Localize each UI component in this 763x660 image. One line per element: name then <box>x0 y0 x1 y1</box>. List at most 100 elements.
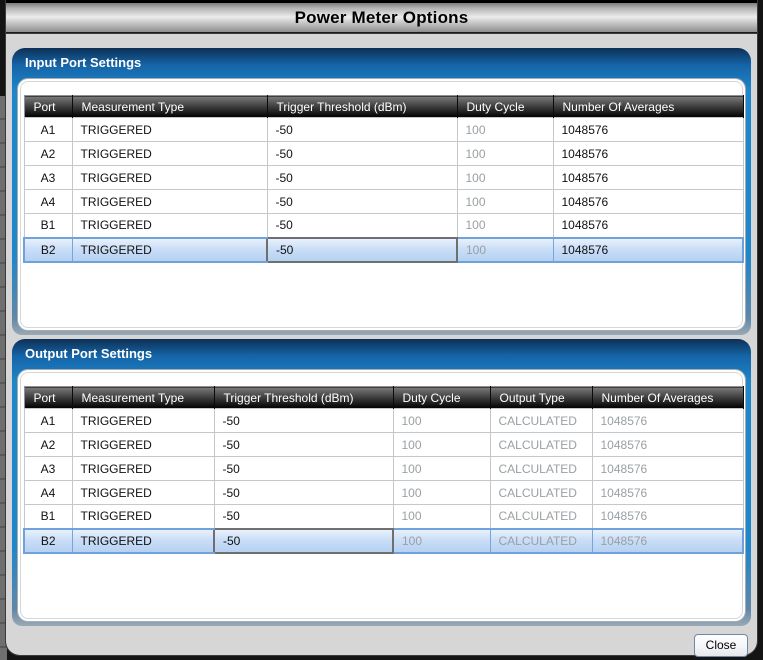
table-row-a2[interactable]: A2TRIGGERED-50100CALCULATED1048576 <box>24 433 743 457</box>
cell-a4-duty_cycle[interactable]: 100 <box>457 190 553 214</box>
input-port-settings-panel: PortMeasurement TypeTrigger Threshold (d… <box>17 78 746 331</box>
cell-b2-output_type[interactable]: CALCULATED <box>490 529 592 553</box>
cell-b2-trigger_threshold[interactable]: -50 <box>214 529 393 553</box>
cell-a3-measurement_type[interactable]: TRIGGERED <box>72 166 267 190</box>
cell-a2-port[interactable]: A2 <box>24 433 72 457</box>
cell-b2-averages[interactable]: 1048576 <box>592 529 743 553</box>
table-row-a3[interactable]: A3TRIGGERED-501001048576 <box>24 166 743 190</box>
cell-a4-trigger_threshold[interactable]: -50 <box>267 190 457 214</box>
cell-b2-measurement_type[interactable]: TRIGGERED <box>72 238 267 262</box>
cell-a4-measurement_type[interactable]: TRIGGERED <box>72 481 214 505</box>
dialog-body: Input Port Settings PortMeasurement Type… <box>6 34 757 655</box>
cell-a2-output_type[interactable]: CALCULATED <box>490 433 592 457</box>
cell-b1-port[interactable]: B1 <box>24 214 72 238</box>
input-port-settings-group: Input Port Settings PortMeasurement Type… <box>12 48 751 335</box>
column-header-measurement_type: Measurement Type <box>72 96 267 118</box>
cell-b1-output_type[interactable]: CALCULATED <box>490 505 592 529</box>
cell-a3-port[interactable]: A3 <box>24 166 72 190</box>
table-row-b2[interactable]: B2TRIGGERED-501001048576 <box>24 238 743 262</box>
cell-a1-measurement_type[interactable]: TRIGGERED <box>72 409 214 433</box>
cell-b2-duty_cycle[interactable]: 100 <box>393 529 490 553</box>
column-header-output_type: Output Type <box>490 387 592 409</box>
cell-b1-port[interactable]: B1 <box>24 505 72 529</box>
table-row-b1[interactable]: B1TRIGGERED-501001048576 <box>24 214 743 238</box>
output-port-settings-group: Output Port Settings PortMeasurement Typ… <box>12 339 751 626</box>
column-header-averages: Number Of Averages <box>592 387 743 409</box>
column-header-averages: Number Of Averages <box>553 96 743 118</box>
cell-b1-averages[interactable]: 1048576 <box>592 505 743 529</box>
table-row-a4[interactable]: A4TRIGGERED-50100CALCULATED1048576 <box>24 481 743 505</box>
cell-b2-measurement_type[interactable]: TRIGGERED <box>72 529 214 553</box>
table-row-a4[interactable]: A4TRIGGERED-501001048576 <box>24 190 743 214</box>
cell-a1-port[interactable]: A1 <box>24 118 72 142</box>
cell-a4-measurement_type[interactable]: TRIGGERED <box>72 190 267 214</box>
cell-a3-output_type[interactable]: CALCULATED <box>490 457 592 481</box>
cell-a1-averages[interactable]: 1048576 <box>592 409 743 433</box>
screen-background: Power Meter Options Input Port Settings … <box>0 0 763 660</box>
cell-a1-port[interactable]: A1 <box>24 409 72 433</box>
table-row-a1[interactable]: A1TRIGGERED-501001048576 <box>24 118 743 142</box>
table-row-a2[interactable]: A2TRIGGERED-501001048576 <box>24 142 743 166</box>
cell-a3-trigger_threshold[interactable]: -50 <box>214 457 393 481</box>
table-row-b1[interactable]: B1TRIGGERED-50100CALCULATED1048576 <box>24 505 743 529</box>
cell-a4-averages[interactable]: 1048576 <box>553 190 743 214</box>
cell-a3-averages[interactable]: 1048576 <box>592 457 743 481</box>
cell-a3-port[interactable]: A3 <box>24 457 72 481</box>
cell-b2-port[interactable]: B2 <box>24 529 72 553</box>
table-row-b2[interactable]: B2TRIGGERED-50100CALCULATED1048576 <box>24 529 743 553</box>
cell-a2-measurement_type[interactable]: TRIGGERED <box>72 142 267 166</box>
cell-a2-duty_cycle[interactable]: 100 <box>393 433 490 457</box>
cell-a1-output_type[interactable]: CALCULATED <box>490 409 592 433</box>
cell-b1-trigger_threshold[interactable]: -50 <box>267 214 457 238</box>
cell-b2-duty_cycle[interactable]: 100 <box>457 238 553 262</box>
close-button[interactable]: Close <box>694 634 748 657</box>
cell-a2-trigger_threshold[interactable]: -50 <box>267 142 457 166</box>
input-port-settings-title: Input Port Settings <box>12 48 751 78</box>
cell-b2-port[interactable]: B2 <box>24 238 72 262</box>
cell-b2-averages[interactable]: 1048576 <box>553 238 743 262</box>
dialog-footer: Close <box>12 630 751 660</box>
cell-a4-port[interactable]: A4 <box>24 481 72 505</box>
cell-a2-trigger_threshold[interactable]: -50 <box>214 433 393 457</box>
cell-b1-trigger_threshold[interactable]: -50 <box>214 505 393 529</box>
cell-a2-averages[interactable]: 1048576 <box>553 142 743 166</box>
cell-a1-duty_cycle[interactable]: 100 <box>393 409 490 433</box>
cell-a2-port[interactable]: A2 <box>24 142 72 166</box>
cell-a3-duty_cycle[interactable]: 100 <box>457 166 553 190</box>
cell-a3-duty_cycle[interactable]: 100 <box>393 457 490 481</box>
cell-b2-trigger_threshold[interactable]: -50 <box>267 238 457 262</box>
column-header-duty_cycle: Duty Cycle <box>393 387 490 409</box>
cell-b1-averages[interactable]: 1048576 <box>553 214 743 238</box>
cell-a1-duty_cycle[interactable]: 100 <box>457 118 553 142</box>
cell-a1-measurement_type[interactable]: TRIGGERED <box>72 118 267 142</box>
dialog-titlebar[interactable]: Power Meter Options <box>6 0 757 34</box>
power-meter-options-dialog: Power Meter Options Input Port Settings … <box>6 0 757 655</box>
column-header-measurement_type: Measurement Type <box>72 387 214 409</box>
cell-a4-output_type[interactable]: CALCULATED <box>490 481 592 505</box>
cell-b1-measurement_type[interactable]: TRIGGERED <box>72 214 267 238</box>
output-port-table: PortMeasurement TypeTrigger Threshold (d… <box>23 386 744 554</box>
cell-a2-averages[interactable]: 1048576 <box>592 433 743 457</box>
cell-a3-averages[interactable]: 1048576 <box>553 166 743 190</box>
cell-b1-duty_cycle[interactable]: 100 <box>393 505 490 529</box>
cell-a1-averages[interactable]: 1048576 <box>553 118 743 142</box>
table-row-a1[interactable]: A1TRIGGERED-50100CALCULATED1048576 <box>24 409 743 433</box>
cell-a3-measurement_type[interactable]: TRIGGERED <box>72 457 214 481</box>
cell-a2-duty_cycle[interactable]: 100 <box>457 142 553 166</box>
table-row-a3[interactable]: A3TRIGGERED-50100CALCULATED1048576 <box>24 457 743 481</box>
cell-a4-duty_cycle[interactable]: 100 <box>393 481 490 505</box>
column-header-trigger_threshold: Trigger Threshold (dBm) <box>214 387 393 409</box>
cell-a4-averages[interactable]: 1048576 <box>592 481 743 505</box>
cell-a4-port[interactable]: A4 <box>24 190 72 214</box>
input-port-table: PortMeasurement TypeTrigger Threshold (d… <box>23 95 744 263</box>
cell-a4-trigger_threshold[interactable]: -50 <box>214 481 393 505</box>
cell-a1-trigger_threshold[interactable]: -50 <box>214 409 393 433</box>
column-header-duty_cycle: Duty Cycle <box>457 96 553 118</box>
cell-b1-measurement_type[interactable]: TRIGGERED <box>72 505 214 529</box>
cell-a3-trigger_threshold[interactable]: -50 <box>267 166 457 190</box>
cell-b1-duty_cycle[interactable]: 100 <box>457 214 553 238</box>
column-header-trigger_threshold: Trigger Threshold (dBm) <box>267 96 457 118</box>
cell-a1-trigger_threshold[interactable]: -50 <box>267 118 457 142</box>
column-header-port: Port <box>24 96 72 118</box>
cell-a2-measurement_type[interactable]: TRIGGERED <box>72 433 214 457</box>
